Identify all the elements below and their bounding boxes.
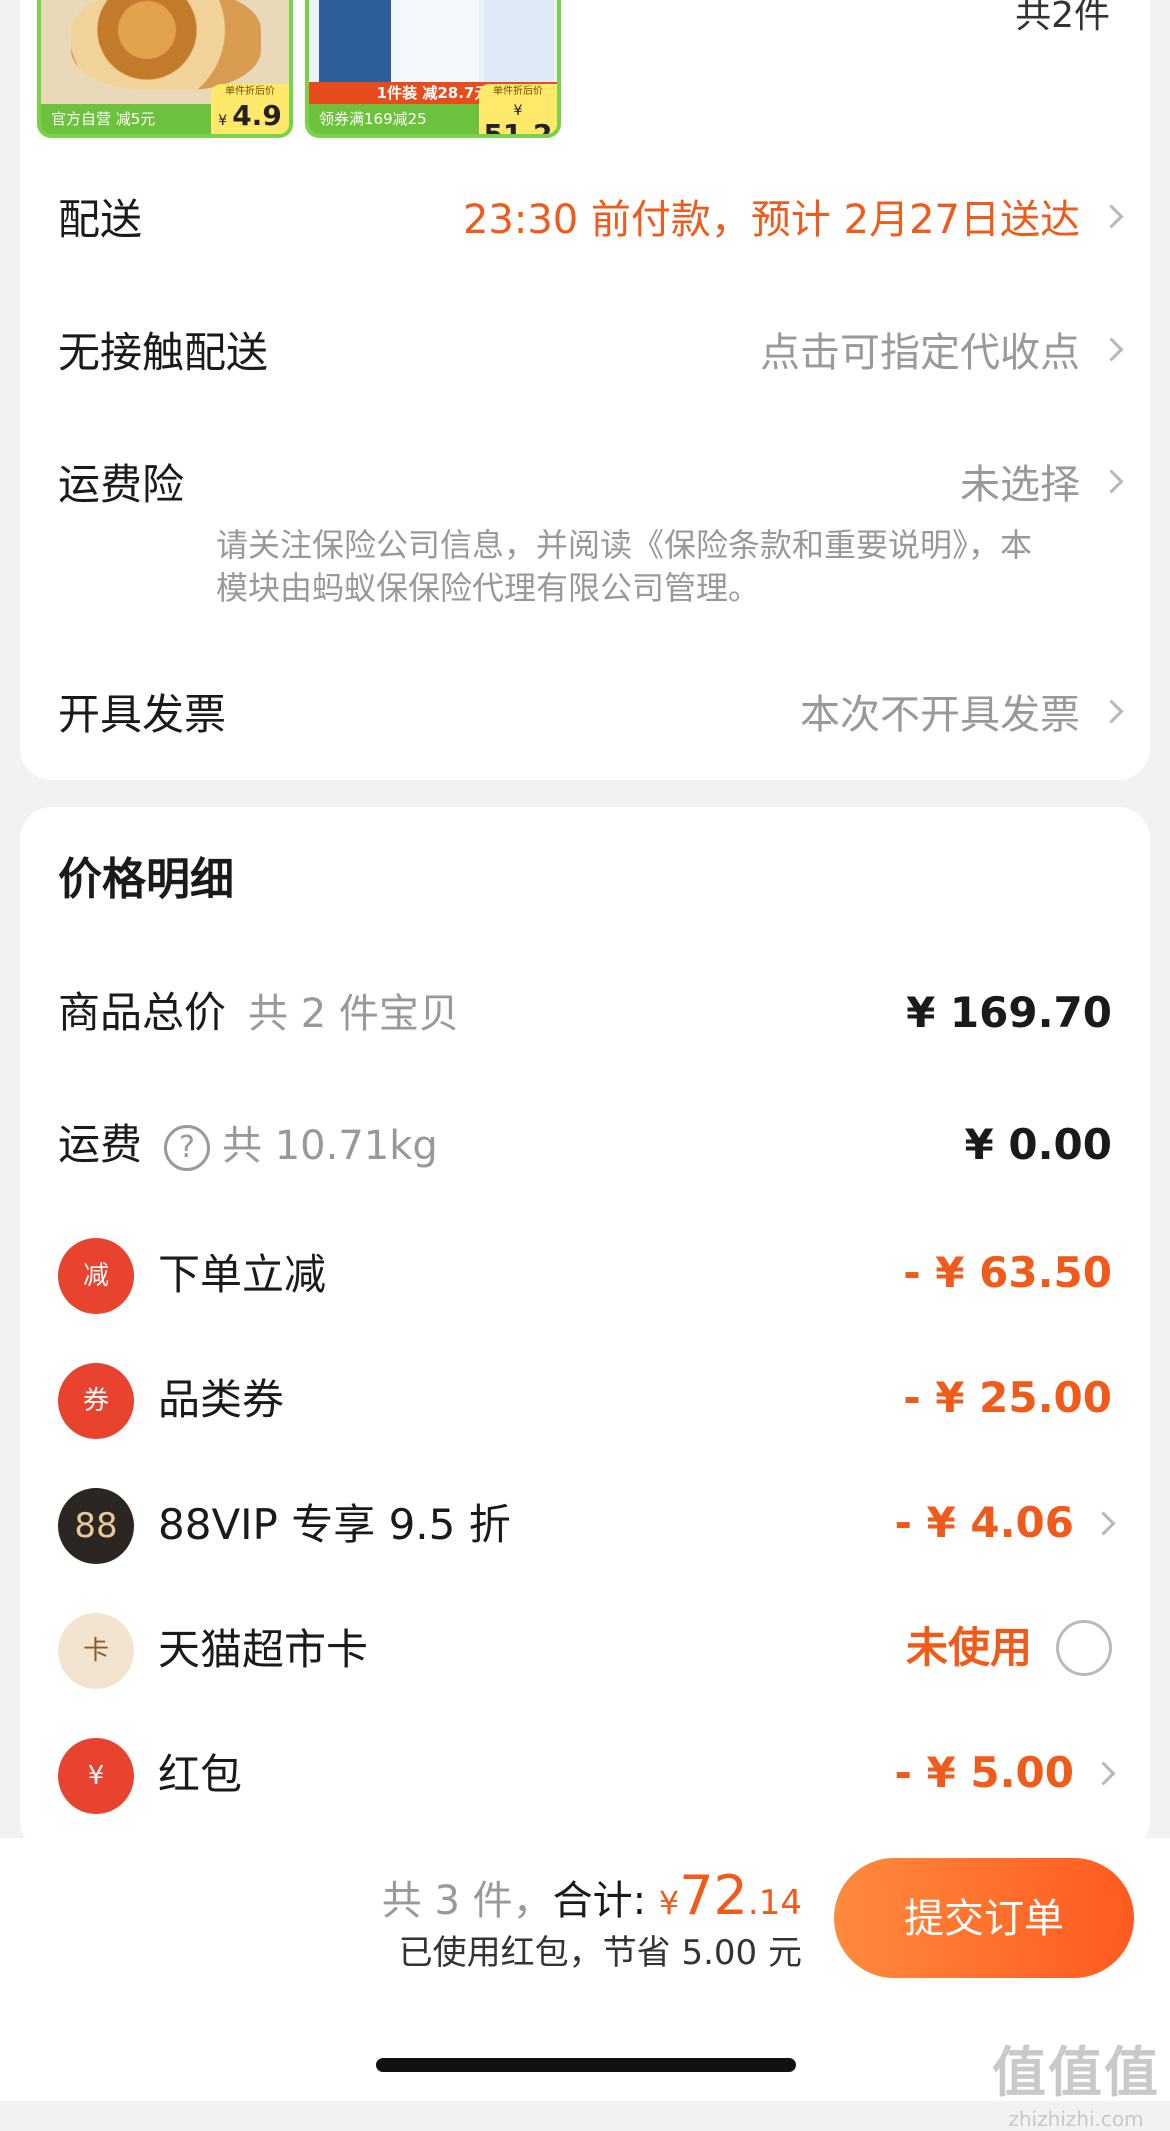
- watermark: 值值值 zhizhizhi.com: [992, 2028, 1160, 2131]
- shipping-weight: 共 10.71kg: [222, 1123, 438, 1169]
- card-icon: 卡: [58, 1613, 134, 1689]
- discount-label: 天猫超市卡: [158, 1625, 369, 1674]
- total-label: 合计:: [552, 1878, 647, 1924]
- chevron-right-icon: [1091, 1511, 1116, 1536]
- discount-amount: - ¥ 25.00: [903, 1373, 1112, 1422]
- delivery-label: 配送: [58, 195, 143, 244]
- yen-symbol: ¥: [218, 113, 228, 129]
- goods-count: 共 2 件宝贝: [248, 991, 459, 1037]
- discount-amount: - ¥ 4.06: [894, 1498, 1074, 1547]
- card-status: 未使用: [905, 1623, 1032, 1672]
- discount-amount: - ¥ 63.50: [903, 1248, 1112, 1297]
- coupon-icon: 券: [58, 1363, 134, 1439]
- discount-row-redpacket[interactable]: ¥ 红包 - ¥ 5.00: [58, 1733, 1116, 1814]
- watermark-logo: 值值值: [992, 2041, 1160, 2104]
- price-value: 51.2: [483, 118, 553, 138]
- watermark-url: zhizhizhi.com: [1008, 2107, 1144, 2131]
- contactless-value: 点击可指定代收点: [760, 330, 1080, 376]
- total-integer: 72: [679, 1864, 748, 1927]
- shipping-fee-amount: ¥ 0.00: [964, 1120, 1112, 1169]
- product-strip-1: 官方自营 减5元: [41, 104, 216, 134]
- home-indicator[interactable]: [376, 2058, 796, 2072]
- goods-total-label: 商品总价共 2 件宝贝: [58, 988, 459, 1037]
- shipping-fee-label: 运费? 共 10.71kg: [58, 1120, 438, 1171]
- total-yen: ¥: [658, 1884, 680, 1922]
- delivery-row[interactable]: 配送 23:30 前付款，预计 2月27日送达: [58, 190, 1124, 250]
- shipping-insurance-row[interactable]: 运费险 未选择: [58, 455, 1124, 515]
- delivery-value: 23:30 前付款，预计 2月27日送达: [462, 197, 1080, 243]
- chevron-right-icon: [1099, 337, 1124, 362]
- discount-label: 品类券: [158, 1375, 285, 1424]
- product-strip-2: 领券满169减25: [309, 104, 484, 134]
- contactless-row[interactable]: 无接触配送 点击可指定代收点: [58, 323, 1124, 383]
- discount-row-coupon: 券 品类券 - ¥ 25.00: [58, 1358, 1112, 1439]
- snack-image: [71, 0, 261, 90]
- price-detail-card: [20, 807, 1150, 1852]
- discount-row-instant: 减 下单立减 - ¥ 63.50: [58, 1233, 1112, 1314]
- contactless-label: 无接触配送: [58, 328, 269, 377]
- milk-box-side-image: [484, 0, 554, 86]
- discount-label: 红包: [158, 1750, 243, 1799]
- price-value: 4.9: [232, 99, 282, 132]
- invoice-row[interactable]: 开具发票 本次不开具发票: [58, 685, 1124, 745]
- milk-box-image: [319, 0, 479, 86]
- discount-amount: - ¥ 5.00: [894, 1748, 1074, 1797]
- price-tag-label: 单件折后价: [225, 86, 275, 97]
- item-count: 共 3 件，: [381, 1878, 553, 1924]
- insurance-note: 请关注保险公司信息，并阅读《保险条款和重要说明》，本模块由蚂蚁保保险代理有限公司…: [216, 526, 1033, 607]
- product-count: 共2件: [1015, 0, 1110, 36]
- discount-label: 下单立减: [158, 1250, 327, 1299]
- product-thumbnail-1[interactable]: 官方自营 减5元 单件折后价 ¥ 4.9: [37, 0, 293, 138]
- total-line: 共 3 件，合计: ¥72.14: [382, 1866, 802, 1933]
- instant-discount-icon: 减: [58, 1238, 134, 1314]
- price-tag-2: 单件折后价 ¥ 51.2: [479, 84, 557, 134]
- shipping-insurance-value: 未选择: [960, 462, 1080, 508]
- chevron-right-icon: [1091, 1761, 1116, 1786]
- discount-row-88vip[interactable]: 88 88VIP 专享 9.5 折 - ¥ 4.06: [58, 1483, 1116, 1564]
- shipping-insurance-label: 运费险: [58, 460, 185, 509]
- submit-order-button[interactable]: 提交订单: [834, 1858, 1134, 1978]
- chevron-right-icon: [1099, 469, 1124, 494]
- invoice-label: 开具发票: [58, 690, 227, 739]
- discount-row-tmall-card[interactable]: 卡 天猫超市卡 未使用: [58, 1608, 1112, 1689]
- shipping-fee-row: 运费? 共 10.71kg ¥ 0.00: [58, 1105, 1112, 1185]
- yen-symbol: ¥: [513, 103, 523, 119]
- product-count-link[interactable]: 共2件: [1015, 0, 1110, 38]
- question-icon[interactable]: ?: [164, 1124, 211, 1171]
- discount-label: 88VIP 专享 9.5 折: [158, 1500, 511, 1549]
- product-thumbnail-2[interactable]: 1件装 减28.7元 领券满169减25 单件折后价 ¥ 51.2: [305, 0, 561, 138]
- tmall-card-radio[interactable]: [1056, 1620, 1112, 1676]
- total-decimal: .14: [747, 1883, 802, 1923]
- invoice-value: 本次不开具发票: [800, 692, 1080, 738]
- goods-total-amount: ¥ 169.70: [906, 988, 1112, 1037]
- chevron-right-icon: [1099, 204, 1124, 229]
- checkout-bar: 共 3 件，合计: ¥72.14 已使用红包，节省 5.00 元 提交订单 值值…: [0, 1838, 1170, 2131]
- goods-total-row: 商品总价共 2 件宝贝 ¥ 169.70: [58, 973, 1112, 1053]
- price-tag-label: 单件折后价: [493, 86, 543, 97]
- 88vip-icon: 88: [58, 1488, 134, 1564]
- price-tag-1: 单件折后价 ¥ 4.9: [211, 84, 289, 134]
- price-detail-title: 价格明细: [58, 854, 234, 905]
- chevron-right-icon: [1099, 699, 1124, 724]
- savings-note: 已使用红包，节省 5.00 元: [398, 1933, 802, 1973]
- red-packet-icon: ¥: [58, 1738, 134, 1814]
